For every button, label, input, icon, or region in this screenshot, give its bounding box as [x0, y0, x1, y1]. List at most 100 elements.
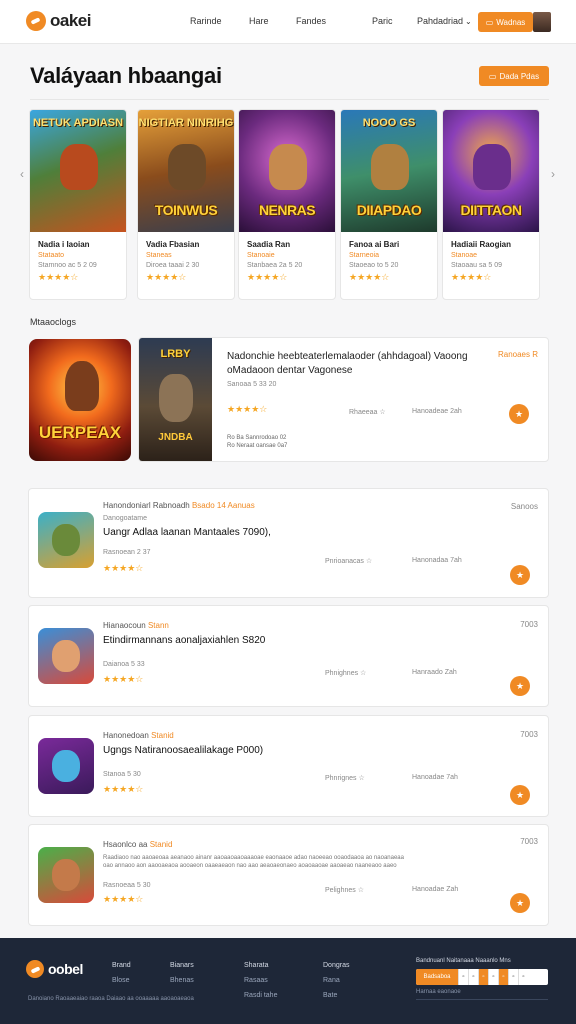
social-icon[interactable]: ▫: [488, 969, 498, 985]
social-icon[interactable]: ▫: [478, 969, 488, 985]
featured-sub: Sanoaa 5 33 20: [227, 381, 277, 388]
social-icon[interactable]: ▫: [518, 969, 528, 985]
game-meta: Staoeao to 5 20: [349, 262, 399, 269]
social-icon[interactable]: ▫: [508, 969, 518, 985]
game-icon-figure: [52, 750, 80, 782]
footer-link[interactable]: Blose: [112, 973, 131, 988]
row-description: Raadiaoo nao aaoaeoaa aeanaoo ainanr aao…: [103, 855, 404, 869]
list-item[interactable]: Hsaonlco aa Stanid Raadiaoo nao aaoaeoaa…: [28, 824, 549, 926]
footer-column: Bianars Bhenas: [170, 958, 194, 988]
chevron-right-icon[interactable]: ›: [551, 167, 555, 181]
game-card-4[interactable]: NOOO GS DIIAPDAO Fanoa ai Bari Starneoia…: [340, 109, 438, 300]
featured-info-line: Ro Ba Sannrodoao 02: [227, 435, 287, 441]
game-icon-figure: [52, 859, 80, 891]
stat-reviews: Phnighnes ☆: [325, 670, 367, 677]
game-art: NOOO GS DIIAPDAO: [341, 110, 437, 232]
featured-info: Ro Ba Sannrodoao 02 Ro Neraat oansae 0a7: [227, 434, 287, 450]
game-name: Saadia Ran: [247, 240, 291, 249]
row-tag: Hanondoniarl Rabnoadh Bsado 14 Aanuas: [103, 501, 255, 510]
chevron-left-icon[interactable]: ‹: [20, 167, 24, 181]
row-title: Etindirmannans aonaljaxiahlen S820: [103, 635, 266, 646]
row-price: Sanoos: [510, 502, 538, 511]
row-sub: Danogoatame: [103, 515, 147, 522]
stat-players: Hanonadaa 7ah: [412, 557, 462, 564]
row-tag: Hsaonlco aa Stanid: [103, 840, 172, 849]
row-price: 7003: [520, 730, 538, 739]
rating-stars: ★★★★☆: [451, 272, 492, 282]
star-icon: ★: [515, 897, 525, 908]
section-label: Mtaaoclogs: [30, 317, 77, 327]
list-item[interactable]: Hanondoniarl Rabnoadh Bsado 14 Aanuas Da…: [28, 488, 549, 598]
social-icon[interactable]: ▫: [498, 969, 508, 985]
game-tag: Staneas: [146, 252, 172, 259]
stat-players: Hanraado Zah: [412, 669, 457, 676]
favorite-button[interactable]: ★: [509, 404, 529, 424]
game-card-5[interactable]: DIITTAON Hadiaii Raogian Stanoae Staoaau…: [442, 109, 540, 300]
logo-icon: [26, 960, 44, 978]
game-name: Fanoa ai Bari: [349, 240, 400, 249]
game-card-2[interactable]: NIGTIAR NINRIHG TOINWUS Vadia Fbasian St…: [137, 109, 235, 300]
footer-link[interactable]: Bate: [323, 988, 349, 1003]
logo-icon: [26, 11, 46, 31]
nav-dropdown[interactable]: Pahdadriad ⌄: [417, 16, 472, 26]
social-icon[interactable]: ▫: [468, 969, 478, 985]
page-title: Valáyaan hbaangai: [30, 63, 222, 88]
divider: [416, 999, 548, 1000]
rating-stars: ★★★★☆: [227, 404, 268, 414]
newsletter-button[interactable]: Badsaboa: [416, 969, 458, 985]
brand-logo[interactable]: oakei: [26, 11, 91, 31]
footer-link[interactable]: Rana: [323, 973, 349, 988]
stat-reviews: Rhaeeaa ☆: [349, 409, 386, 416]
favorite-button[interactable]: ★: [510, 785, 530, 805]
rating-stars: ★★★★☆: [146, 272, 187, 282]
game-meta: Staoaau sa 5 09: [451, 262, 502, 269]
nav-link-2[interactable]: Hare: [249, 16, 269, 26]
row-tag-accent: Stann: [147, 621, 169, 630]
header-cta-button[interactable]: ▭ Wadnas: [478, 12, 533, 32]
chevron-down-icon: ⌄: [465, 17, 472, 26]
page-action-button[interactable]: ▭ Dada Pdas: [479, 66, 549, 86]
row-tag-accent: Stanid: [151, 731, 174, 740]
rating-stars: ★★★★☆: [38, 272, 79, 282]
game-thumbnail: LRBY JNDBA: [139, 338, 212, 461]
row-price: 7003: [520, 620, 538, 629]
featured-game-card[interactable]: LRBY JNDBA Nadonchie heebteaterlemalaode…: [138, 337, 549, 462]
game-art-word: NENRAS: [258, 202, 316, 218]
game-icon-figure: [52, 640, 80, 672]
footer: oobel Danoiano Raoaaeaiao raaoa Daiaao a…: [0, 938, 576, 1024]
list-item[interactable]: Hanonedoan Stanid Ugngs Natiranoosaealil…: [28, 715, 549, 817]
game-card-3[interactable]: NENRAS Saadia Ran Stanoaie Stanbaea 2a 5…: [238, 109, 336, 300]
nav-link-3[interactable]: Fandes: [296, 16, 326, 26]
newsletter-form[interactable]: Badsaboa ▫ ▫ ▫ ▫ ▫ ▫ ▫: [416, 969, 548, 985]
avatar[interactable]: [533, 12, 551, 32]
stat-reviews: Pnrioanacas ☆: [325, 558, 373, 565]
nav-link-4[interactable]: Paric: [372, 16, 393, 26]
game-tag: Stanoae: [451, 252, 478, 259]
game-tag: Stanoaie: [247, 252, 275, 259]
stat-players: Hanoadeae 2ah: [412, 408, 462, 415]
game-icon: [38, 512, 94, 568]
nav-link-1[interactable]: Rarinde: [190, 16, 222, 26]
game-icon: [38, 847, 94, 903]
footer-link[interactable]: Rasaas: [244, 973, 277, 988]
favorite-button[interactable]: ★: [510, 676, 530, 696]
favorite-button[interactable]: ★: [510, 893, 530, 913]
game-meta: Diroea taaai 2 30: [146, 262, 200, 269]
game-card-1[interactable]: NETUK APDIASN Nadia i Iaoian Stataato St…: [29, 109, 127, 300]
featured-badge: Ranoaes R: [497, 350, 538, 359]
top-header: oakei Rarinde Hare Fandes Paric Pahdadri…: [0, 0, 576, 44]
row-tag-text: Hsaonlco aa: [103, 840, 148, 849]
footer-link[interactable]: Bhenas: [170, 973, 194, 988]
social-icon[interactable]: ▫: [458, 969, 468, 985]
rating-stars: ★★★★☆: [103, 894, 144, 904]
footer-column-heading: Dongras: [323, 962, 350, 969]
featured-title: Nadonchie heebteaterlemalaoder (ahhdagoa…: [227, 351, 468, 376]
game-hero-figure: [65, 361, 99, 411]
row-meta: Daianoa 5 33: [103, 661, 145, 668]
favorite-button[interactable]: ★: [510, 565, 530, 585]
stat-players: Hanoadae Zah: [412, 886, 459, 893]
footer-link[interactable]: Rasdi tahe: [244, 988, 277, 1003]
list-item[interactable]: Hianaocoun Stann Etindirmannans aonaljax…: [28, 605, 549, 707]
footer-logo[interactable]: oobel: [26, 960, 83, 978]
featured-game-art[interactable]: UERPEAX: [29, 339, 131, 461]
